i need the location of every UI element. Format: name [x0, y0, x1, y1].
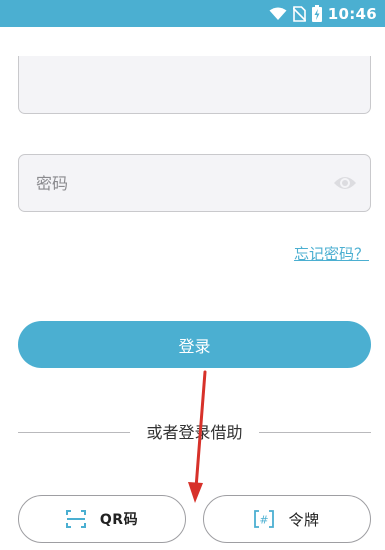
login-button[interactable]: 登录 [18, 321, 371, 368]
no-sim-icon [292, 5, 306, 22]
password-field[interactable] [36, 155, 326, 211]
alternative-login-divider: 或者登录借助 [18, 423, 371, 443]
qr-code-label: QR码 [99, 512, 139, 528]
password-field-container [18, 154, 371, 212]
token-button[interactable]: # 令牌 [203, 495, 371, 543]
status-icons: 10:46 [269, 0, 377, 27]
divider-line-right [259, 432, 371, 433]
battery-charging-icon [311, 5, 322, 22]
forgot-password-link[interactable]: 忘记密码？ [294, 243, 369, 264]
status-time: 10:46 [327, 4, 377, 23]
status-bar: 10:46 [0, 0, 385, 27]
token-label: 令牌 [288, 510, 320, 529]
qr-scan-icon [65, 510, 86, 528]
token-hash-icon: # [254, 510, 275, 528]
username-field[interactable] [18, 56, 371, 114]
qr-code-button[interactable]: QR码 [18, 495, 186, 543]
wifi-icon [269, 7, 287, 20]
svg-text:#: # [260, 514, 269, 527]
eye-icon[interactable] [333, 173, 357, 193]
divider-text: 或者登录借助 [146, 423, 243, 442]
